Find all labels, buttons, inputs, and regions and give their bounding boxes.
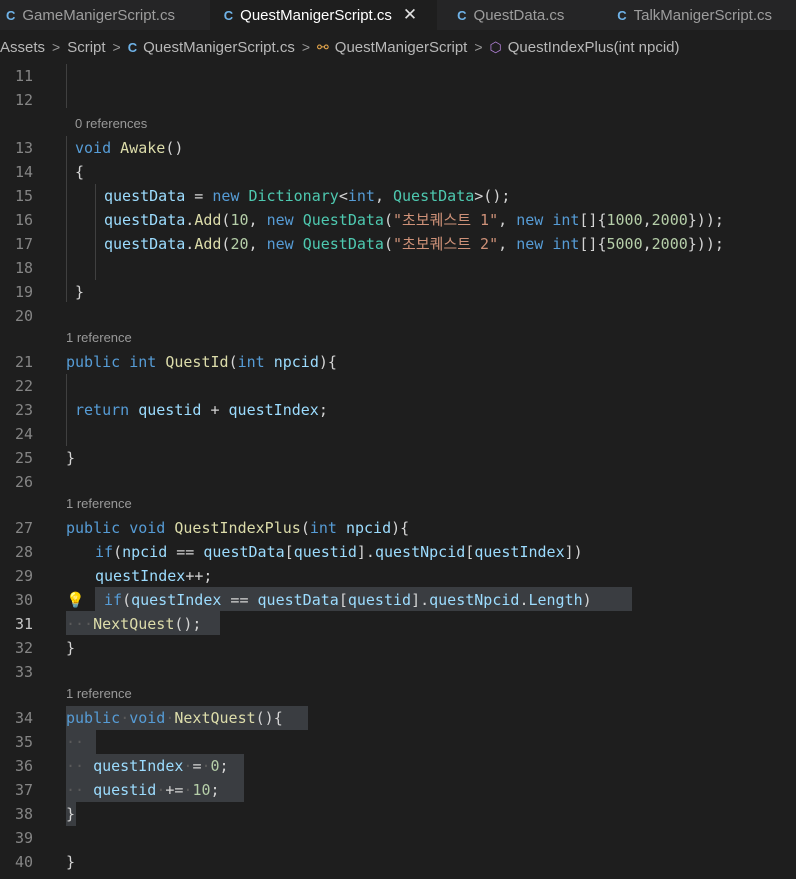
code-line: } xyxy=(66,639,76,657)
code-line: if(npcid == questData[questid].questNpci… xyxy=(95,543,583,561)
line-number: 28 xyxy=(14,543,33,561)
editor-tab-bar: C GameManigerScript.cs C QuestManigerScr… xyxy=(0,0,796,30)
line-number: 30 xyxy=(14,591,33,609)
line-number: 25 xyxy=(14,449,33,467)
line-number-current: 31 xyxy=(14,615,33,633)
tab-gamemaniger-script[interactable]: C GameManigerScript.cs xyxy=(0,0,210,30)
csharp-file-icon: C xyxy=(6,7,16,23)
code-line: } xyxy=(66,449,76,467)
code-editor[interactable]: 11 12 13 14 15 16 17 18 19 20 21 22 23 2… xyxy=(0,64,796,879)
chevron-right-icon: > xyxy=(112,39,121,55)
tab-talkmaniger-script[interactable]: C TalkManigerScript.cs xyxy=(603,0,796,30)
line-number: 18 xyxy=(14,259,33,277)
code-line: ·· questIndex·=·0; xyxy=(66,757,229,775)
line-number: 39 xyxy=(14,829,33,847)
tab-label: TalkManigerScript.cs xyxy=(633,6,773,24)
code-line: public·void·NextQuest(){ xyxy=(66,709,283,727)
csharp-file-icon: C xyxy=(457,7,467,23)
line-number: 19 xyxy=(14,283,33,301)
codelens-references[interactable]: 1 reference xyxy=(66,684,132,704)
tab-questmaniger-script[interactable]: C QuestManigerScript.cs ✕ xyxy=(209,0,438,30)
line-number: 38 xyxy=(14,805,33,823)
code-line: if(questIndex == questData[questid].ques… xyxy=(104,591,592,609)
line-number: 26 xyxy=(14,473,33,491)
codelens-references[interactable]: 1 reference xyxy=(66,494,132,514)
breadcrumb-class[interactable]: QuestManigerScript xyxy=(335,39,468,56)
line-number: 20 xyxy=(14,307,33,325)
method-icon: ⬡ xyxy=(489,38,502,55)
csharp-file-icon: C xyxy=(617,7,627,23)
code-line: public int QuestId(int npcid){ xyxy=(66,353,337,371)
code-line: public void QuestIndexPlus(int npcid){ xyxy=(66,519,410,537)
tab-questdata[interactable]: C QuestData.cs xyxy=(437,0,603,30)
indent-guide xyxy=(95,184,96,280)
line-number: 35 xyxy=(14,733,33,751)
code-line: { xyxy=(75,163,85,181)
line-number: 24 xyxy=(14,425,33,443)
breadcrumb-file[interactable]: QuestManigerScript.cs xyxy=(143,39,295,56)
codelens-references[interactable]: 0 references xyxy=(75,114,147,134)
lightbulb-icon[interactable]: 💡 xyxy=(66,588,85,612)
line-number: 33 xyxy=(14,663,33,681)
code-line: ···NextQuest(); xyxy=(66,615,202,633)
code-line: questData = new Dictionary<int, QuestDat… xyxy=(104,187,511,205)
line-number: 27 xyxy=(14,519,33,537)
line-number: 23 xyxy=(14,401,33,419)
breadcrumb-assets[interactable]: Assets xyxy=(0,39,45,56)
code-line: questData.Add(10, new QuestData("초보퀘스트 1… xyxy=(104,211,724,229)
line-number: 12 xyxy=(14,91,33,109)
breadcrumb-script[interactable]: Script xyxy=(67,39,105,56)
line-number: 14 xyxy=(14,163,33,181)
csharp-file-icon: C xyxy=(127,39,138,55)
line-number: 22 xyxy=(14,377,33,395)
line-number: 11 xyxy=(14,67,33,85)
class-icon: ⚯ xyxy=(317,38,329,55)
line-number: 21 xyxy=(14,353,33,371)
csharp-file-icon: C xyxy=(223,7,234,23)
chevron-right-icon: > xyxy=(301,39,311,55)
close-icon[interactable]: ✕ xyxy=(403,5,417,25)
code-line: } xyxy=(66,805,76,823)
breadcrumb-method[interactable]: QuestIndexPlus(int npcid) xyxy=(508,39,680,56)
line-number: 29 xyxy=(14,567,33,585)
code-line: } xyxy=(75,283,85,301)
tab-label: QuestData.cs xyxy=(473,6,565,24)
code-line: questIndex++; xyxy=(95,567,213,585)
code-line: questData.Add(20, new QuestData("초보퀘스트 2… xyxy=(104,235,724,253)
line-number: 32 xyxy=(14,639,33,657)
line-number: 17 xyxy=(14,235,33,253)
indent-guide xyxy=(66,136,67,302)
line-number: 36 xyxy=(14,757,33,775)
code-line: } xyxy=(66,853,76,871)
code-line: ·· questid·+=·10; xyxy=(66,781,220,799)
line-number: 40 xyxy=(14,853,33,871)
code-line: return questid + questIndex; xyxy=(75,401,328,419)
line-number: 15 xyxy=(14,187,33,205)
line-number: 13 xyxy=(14,139,33,157)
breadcrumb: Assets > Script > C QuestManigerScript.c… xyxy=(0,30,796,64)
code-line: ·· xyxy=(66,733,85,751)
tab-label: QuestManigerScript.cs xyxy=(240,6,392,24)
code-line: void Awake() xyxy=(75,139,184,157)
line-number: 16 xyxy=(14,211,33,229)
line-number: 37 xyxy=(14,781,33,799)
chevron-right-icon: > xyxy=(52,39,61,55)
indent-guide xyxy=(66,374,67,446)
chevron-right-icon: > xyxy=(474,39,483,55)
line-number: 34 xyxy=(14,709,33,727)
tab-label: GameManigerScript.cs xyxy=(22,6,175,24)
codelens-references[interactable]: 1 reference xyxy=(66,328,132,348)
indent-guide xyxy=(66,64,67,108)
